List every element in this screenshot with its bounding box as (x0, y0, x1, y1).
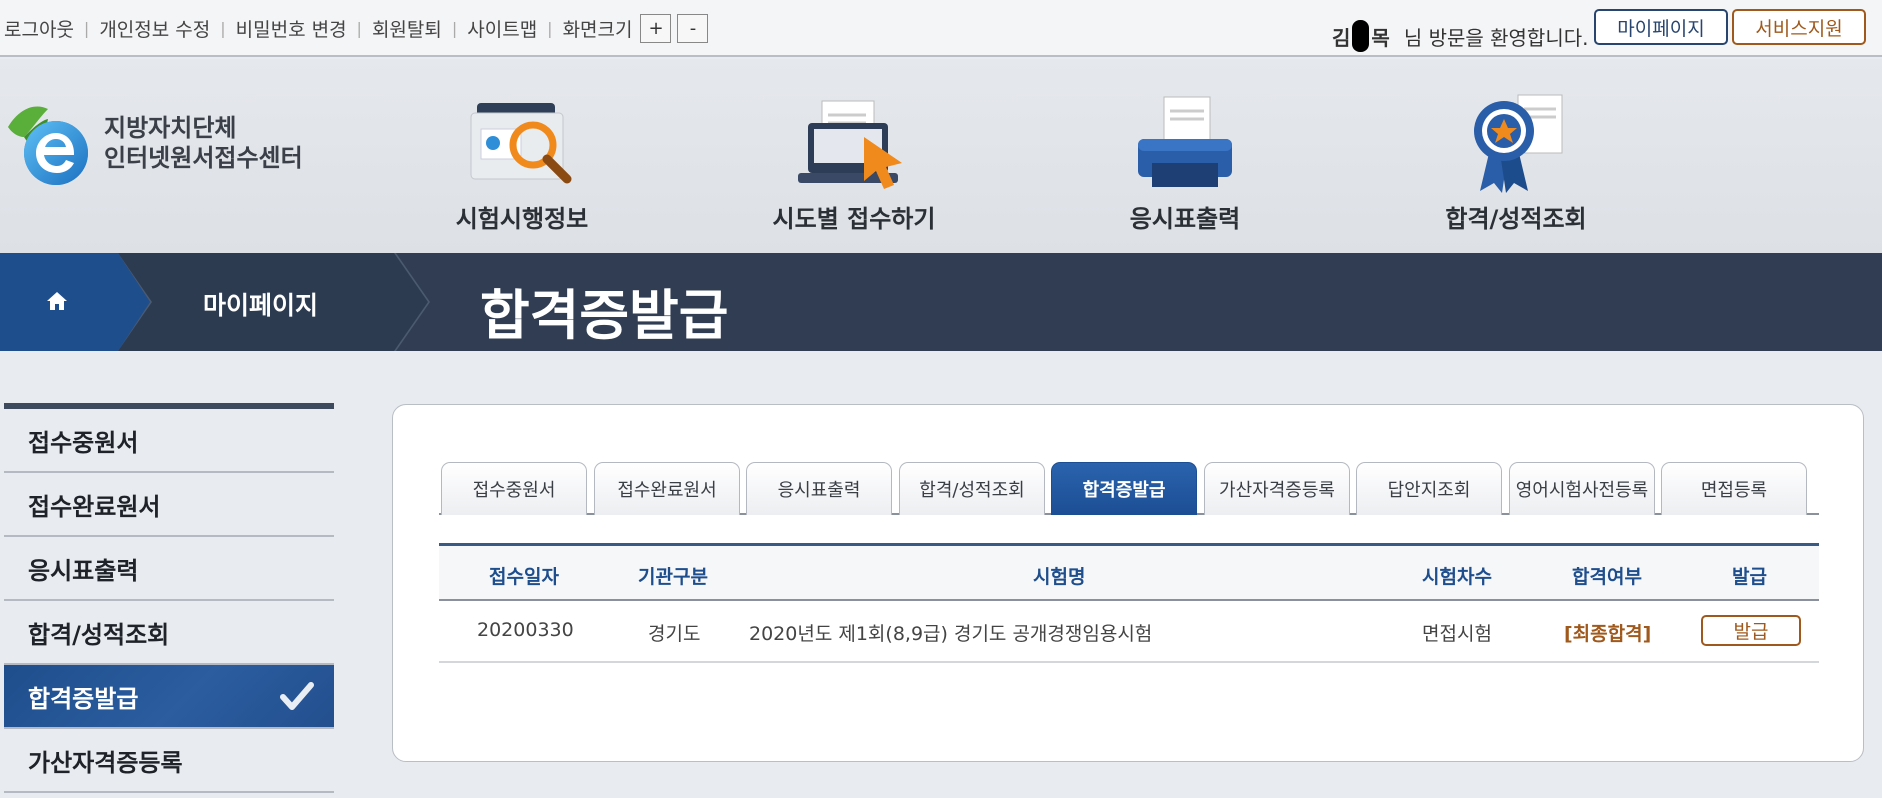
divider: | (220, 19, 226, 38)
withdraw-link[interactable]: 회원탈퇴 (372, 15, 442, 42)
utility-links: 로그아웃 | 개인정보 수정 | 비밀번호 변경 | 회원탈퇴 | 사이트맵 |… (4, 14, 709, 43)
breadcrumb-band: 마이페이지 합격증발급 (0, 253, 1882, 351)
menu-exam-info[interactable]: 시험시행정보 (412, 83, 632, 234)
menu-apply-by-region-label: 시도별 접수하기 (772, 205, 936, 233)
content-panel: 접수중원서 접수완료원서 응시표출력 합격/성적조회 합격증발급 가산자격증등록… (392, 404, 1864, 762)
award-ribbon-icon (1474, 94, 1563, 193)
col-header-result: 합격여부 (1572, 566, 1642, 588)
menu-apply-by-region[interactable]: 시도별 접수하기 (744, 83, 964, 234)
sitemap-link[interactable]: 사이트맵 (467, 15, 537, 42)
zoom-in-button[interactable]: + (640, 14, 672, 43)
tab-completed-applications[interactable]: 접수완료원서 (594, 462, 740, 515)
cell-org: 경기도 (648, 623, 701, 645)
tab-result-inquiry[interactable]: 합격/성적조회 (899, 462, 1045, 515)
sidebar-item-print-ticket[interactable]: 응시표출력 (4, 537, 334, 601)
welcome-text: 님 방문을 환영합니다. (1403, 25, 1589, 50)
folder-search-icon (470, 103, 572, 184)
divider: | (547, 19, 553, 38)
col-header-issue: 발급 (1732, 566, 1767, 588)
col-header-exam: 시험명 (1033, 566, 1086, 588)
zoom-out-button[interactable]: - (677, 14, 709, 43)
breadcrumb-mypage[interactable]: 마이페이지 (203, 286, 318, 322)
menu-result-inquiry[interactable]: 합격/성적조회 (1406, 83, 1626, 234)
service-support-button[interactable]: 서비스지원 (1732, 9, 1866, 45)
tab-bonus-certificate[interactable]: 가산자격증등록 (1204, 462, 1350, 515)
home-icon[interactable] (45, 290, 69, 312)
sidebar-item-label: 접수중원서 (28, 428, 139, 457)
col-header-org: 기관구분 (638, 566, 708, 588)
table-header: 접수일자 기관구분 시험명 시험차수 합격여부 발급 (439, 543, 1819, 601)
sidebar-item-label: 합격증발급 (28, 684, 139, 713)
issue-button[interactable]: 발급 (1701, 615, 1801, 646)
sidebar-item-label: 합격/성적조회 (28, 620, 170, 649)
change-password-link[interactable]: 비밀번호 변경 (236, 15, 347, 42)
tab-print-ticket[interactable]: 응시표출력 (746, 462, 892, 515)
sidebar-item-pending-applications[interactable]: 접수중원서 (4, 409, 334, 473)
divider: | (83, 19, 90, 38)
sidebar-item-label: 가산자격증등록 (28, 748, 183, 777)
top-utility-bar: 로그아웃 | 개인정보 수정 | 비밀번호 변경 | 회원탈퇴 | 사이트맵 |… (0, 0, 1882, 57)
sidebar-item-label: 응시표출력 (28, 556, 139, 585)
tab-pending-applications[interactable]: 접수중원서 (441, 462, 587, 515)
tab-english-preregistration[interactable]: 영어시험사전등록 (1509, 462, 1655, 515)
site-header: 지방자치단체 인터넷원서접수센터 시험시행정보 시도별 접수하기 응시표출력 합… (0, 59, 1882, 253)
sidebar-item-label: 접수완료원서 (28, 492, 161, 521)
tab-certificate-issue[interactable]: 합격증발급 (1051, 462, 1197, 515)
user-name-first: 김 (1332, 25, 1351, 50)
sidebar-item-certificate-issue[interactable]: 합격증발급 (4, 665, 334, 729)
sidebar-item-result-inquiry[interactable]: 합격/성적조회 (4, 601, 334, 665)
sidebar-item-bonus-certificate[interactable]: 가산자격증등록 (4, 729, 334, 793)
user-name-last: 목 (1371, 25, 1390, 50)
table-row: 20200330 경기도 2020년도 제1회(8,9급) 경기도 공개경쟁임용… (439, 601, 1819, 663)
printer-icon (1138, 96, 1232, 187)
site-logo[interactable]: 지방자치단체 인터넷원서접수센터 (2, 97, 303, 189)
sidebar-item-completed-applications[interactable]: 접수완료원서 (4, 473, 334, 537)
tab-bar: 접수중원서 접수완료원서 응시표출력 합격/성적조회 합격증발급 가산자격증등록… (439, 457, 1819, 515)
logo-line-1: 지방자치단체 (104, 114, 237, 142)
welcome-message: 김 목 님 방문을 환영합니다. (1332, 20, 1589, 52)
menu-print-ticket-label: 응시표출력 (1129, 205, 1241, 233)
cell-exam: 2020년도 제1회(8,9급) 경기도 공개경쟁임용시험 (749, 623, 1153, 645)
e-logo-icon (8, 106, 88, 185)
logo-line-2: 인터넷원서접수센터 (104, 144, 303, 172)
menu-print-ticket[interactable]: 응시표출력 (1075, 83, 1295, 234)
checkmark-icon (280, 682, 314, 710)
certificate-table: 접수일자 기관구분 시험명 시험차수 합격여부 발급 20200330 경기도 … (439, 543, 1819, 663)
status-badge: [최종합격] (1564, 623, 1652, 645)
logout-link[interactable]: 로그아웃 (4, 15, 74, 42)
cell-round: 면접시험 (1422, 623, 1492, 645)
menu-exam-info-label: 시험시행정보 (455, 205, 589, 233)
col-header-date: 접수일자 (489, 566, 559, 588)
sidebar-menu: 접수중원서 접수완료원서 응시표출력 합격/성적조회 합격증발급 가산자격증등록 (4, 403, 334, 793)
laptop-cursor-icon (798, 100, 902, 189)
tab-interview-registration[interactable]: 면접등록 (1661, 462, 1807, 515)
redaction-mask (1352, 20, 1370, 52)
home-crumb[interactable] (0, 253, 150, 351)
mypage-button[interactable]: 마이페이지 (1594, 9, 1728, 45)
divider: | (356, 19, 362, 38)
col-header-round: 시험차수 (1422, 566, 1492, 588)
divider: | (451, 19, 458, 38)
screen-size-label: 화면크기 (562, 19, 633, 41)
page-title: 합격증발급 (480, 284, 729, 347)
menu-result-inquiry-label: 합격/성적조회 (1445, 205, 1587, 233)
cell-date: 20200330 (477, 619, 574, 641)
tab-answer-sheet[interactable]: 답안지조회 (1356, 462, 1502, 515)
edit-profile-link[interactable]: 개인정보 수정 (99, 15, 210, 42)
